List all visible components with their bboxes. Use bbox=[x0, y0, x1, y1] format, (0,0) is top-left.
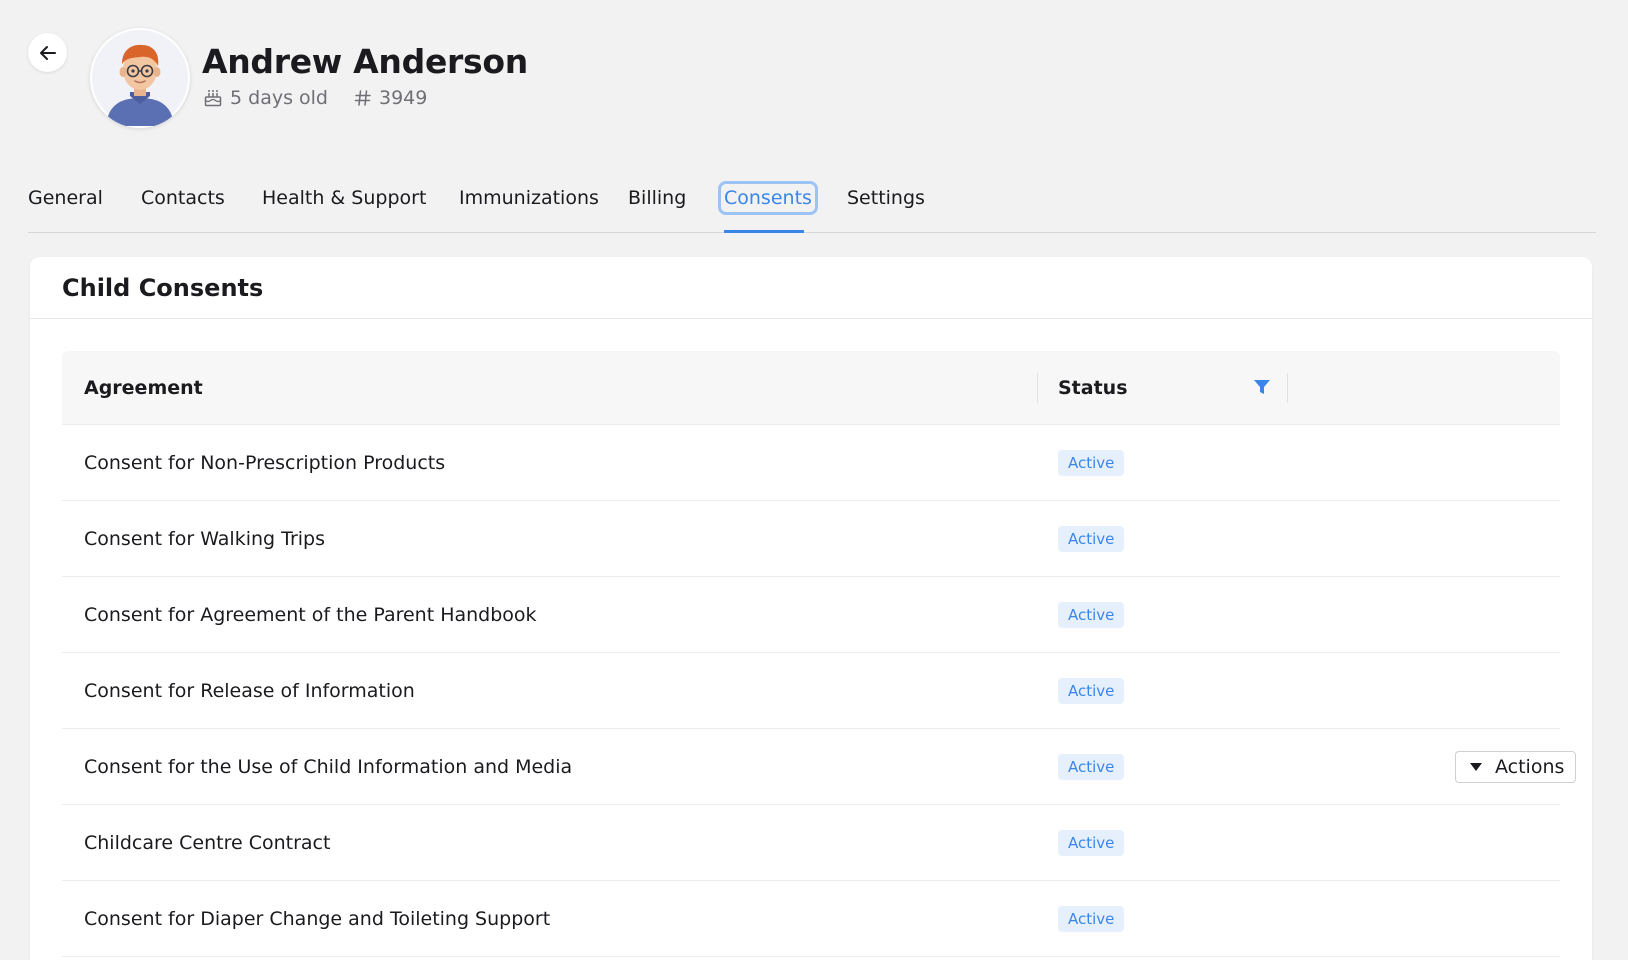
actions-label: Actions bbox=[1495, 755, 1565, 778]
card-header: Child Consents bbox=[30, 257, 1592, 319]
table-row[interactable]: Consent for the Use of Child Information… bbox=[62, 729, 1577, 805]
tab-billing[interactable]: Billing bbox=[628, 187, 686, 209]
child-meta: 5 days old 3949 bbox=[203, 87, 427, 109]
column-header-agreement[interactable]: Agreement bbox=[84, 351, 203, 425]
status-badge: Active bbox=[1058, 525, 1125, 552]
agreement-name: Consent for the Use of Child Information… bbox=[84, 755, 573, 778]
table-row[interactable]: Childcare Centre Contract Active bbox=[62, 805, 1560, 881]
table-header: Agreement Status bbox=[62, 351, 1560, 425]
tab-consents[interactable]: Consents bbox=[718, 181, 818, 215]
status-badge: Active bbox=[1058, 753, 1125, 780]
table-row[interactable]: Consent for Diaper Change and Toileting … bbox=[62, 881, 1560, 957]
table-row[interactable]: Consent for Walking Trips Active bbox=[62, 501, 1560, 577]
tab-immunizations[interactable]: Immunizations bbox=[459, 187, 599, 209]
agreement-name: Childcare Centre Contract bbox=[84, 831, 331, 854]
table-row[interactable]: Consent for Release of Information Activ… bbox=[62, 653, 1560, 729]
age-text: 5 days old bbox=[230, 87, 328, 109]
column-divider bbox=[1287, 373, 1288, 403]
card-title: Child Consents bbox=[62, 273, 264, 302]
child-avatar-illustration bbox=[92, 30, 188, 126]
back-button[interactable] bbox=[28, 33, 67, 72]
hash-icon bbox=[354, 90, 371, 106]
avatar bbox=[90, 28, 190, 128]
caret-down-icon bbox=[1470, 762, 1482, 771]
status-badge: Active bbox=[1058, 905, 1125, 932]
id-info: 3949 bbox=[354, 87, 427, 109]
status-badge: Active bbox=[1058, 601, 1125, 628]
table-row[interactable]: Consent for Non-Prescription Products Ac… bbox=[62, 425, 1560, 501]
tab-contacts[interactable]: Contacts bbox=[141, 187, 225, 209]
filter-icon[interactable] bbox=[1252, 377, 1272, 397]
status-badge: Active bbox=[1058, 677, 1125, 704]
agreement-name: Consent for Walking Trips bbox=[84, 527, 325, 550]
column-header-status[interactable]: Status bbox=[1058, 351, 1128, 425]
arrow-left-icon bbox=[39, 45, 56, 60]
status-badge: Active bbox=[1058, 449, 1125, 476]
column-divider bbox=[1037, 373, 1038, 403]
table-row[interactable]: Consent for Agreement of the Parent Hand… bbox=[62, 577, 1560, 653]
status-badge: Active bbox=[1058, 829, 1125, 856]
agreement-name: Consent for Agreement of the Parent Hand… bbox=[84, 603, 537, 626]
agreement-name: Consent for Diaper Change and Toileting … bbox=[84, 907, 551, 930]
cake-icon bbox=[204, 90, 222, 107]
actions-dropdown-button[interactable]: Actions bbox=[1455, 750, 1577, 783]
consents-table: Agreement Status Consent for Non-Prescri… bbox=[62, 351, 1577, 957]
active-tab-indicator bbox=[724, 230, 804, 233]
child-profile-page: Andrew Anderson 5 days old 3949 General bbox=[0, 0, 1628, 960]
age-info: 5 days old bbox=[203, 87, 328, 109]
profile-tabs: General Contacts Health & Support Immuni… bbox=[28, 176, 1596, 233]
consents-card: Child Consents Agreement Status Consent … bbox=[30, 257, 1592, 960]
tab-settings[interactable]: Settings bbox=[847, 187, 925, 209]
agreement-name: Consent for Non-Prescription Products bbox=[84, 451, 446, 474]
child-name: Andrew Anderson bbox=[202, 42, 528, 81]
tab-health-support[interactable]: Health & Support bbox=[262, 187, 426, 209]
tab-general[interactable]: General bbox=[28, 187, 103, 209]
child-id-text: 3949 bbox=[378, 87, 428, 109]
agreement-name: Consent for Release of Information bbox=[84, 679, 415, 702]
